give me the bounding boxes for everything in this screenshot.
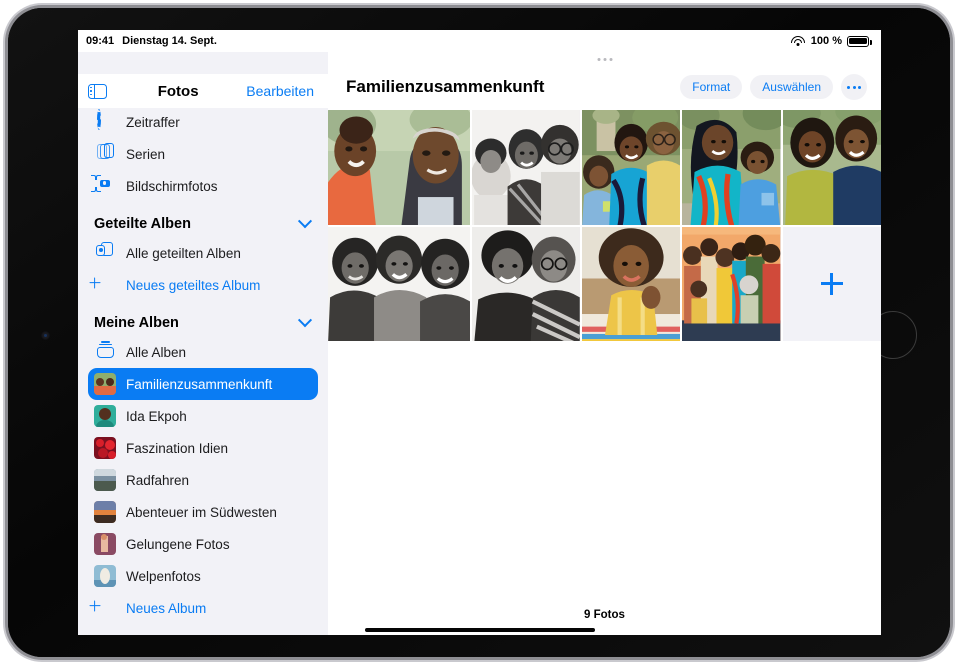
sidebar-item-label: Ida Ekpoh	[126, 408, 187, 424]
home-indicator	[364, 628, 595, 632]
page-title: Familienzusammenkunft	[346, 77, 545, 96]
sidebar-item-neues-album[interactable]: Neues Album	[88, 592, 318, 624]
wifi-icon	[791, 36, 806, 47]
photo-cell-woman-with-toddler[interactable]	[682, 110, 781, 225]
photo-count-label: 9 Fotos	[584, 609, 625, 621]
plus-icon	[820, 272, 843, 295]
sidebar-item-neues-geteiltes-album[interactable]: Neues geteiltes Album	[88, 269, 318, 301]
device-frame: 09:41 Dienstag 14. Sept. 100 % Panoramen…	[8, 8, 950, 657]
album-thumbnail	[94, 373, 116, 395]
shared-albums-icon	[94, 242, 116, 264]
add-photo-cell[interactable]	[782, 226, 881, 341]
photo-cell-black-white-mother-two-children[interactable]	[472, 110, 580, 225]
status-bar: 09:41 Dienstag 14. Sept. 100 %	[78, 30, 881, 52]
sidebar-item-label: Radfahren	[126, 472, 190, 488]
status-time: 09:41	[86, 35, 115, 47]
status-date: Dienstag 14. Sept.	[122, 35, 217, 47]
section-header-my-albums: Meine Alben	[88, 301, 318, 336]
sidebar-item-label: Serien	[126, 146, 166, 162]
sidebar-header: Fotos Bearbeiten	[78, 74, 328, 108]
sidebar-item-alle-geteilten-alben[interactable]: Alle geteilten Alben	[88, 237, 318, 269]
sidebar-scroll-area[interactable]: Panoramen Zeitraffer Serien Bildschirmfo…	[78, 52, 328, 635]
sidebar-item-ida-ekpoh[interactable]: Ida Ekpoh	[88, 400, 318, 432]
album-thumbnail	[94, 533, 116, 555]
sidebar-item-label: Gelungene Fotos	[126, 536, 230, 552]
burst-icon	[94, 143, 116, 165]
battery-full-icon	[847, 35, 872, 47]
sidebar-item-label: Zeitraffer	[126, 114, 180, 130]
sidebar-item-label: Abenteuer im Südwesten	[126, 504, 277, 520]
sidebar: Panoramen Zeitraffer Serien Bildschirmfo…	[78, 52, 328, 635]
photo-cell-couple-smiling-green-sweater[interactable]	[782, 110, 881, 225]
chevron-down-icon[interactable]	[297, 214, 313, 229]
timelapse-icon	[94, 109, 116, 133]
photo-cell-mother-with-two-children-outdoors[interactable]	[582, 110, 681, 225]
chevron-down-icon[interactable]	[297, 313, 313, 328]
sidebar-item-serien[interactable]: Serien	[88, 138, 318, 170]
section-header-shared-albums: Geteilte Alben	[88, 202, 318, 237]
content-area: Familienzusammenkunft Format Auswählen 9…	[328, 52, 881, 635]
tablet-screen: 09:41 Dienstag 14. Sept. 100 % Panoramen…	[78, 30, 881, 635]
sidebar-item-familienzusammenkunft[interactable]: Familienzusammenkunft	[88, 368, 318, 400]
sidebar-item-abenteuer-im-suedwesten[interactable]: Abenteuer im Südwesten	[88, 496, 318, 528]
all-albums-icon	[94, 341, 116, 363]
section-title: Meine Alben	[94, 315, 179, 331]
sidebar-item-alle-alben[interactable]: Alle Alben	[88, 336, 318, 368]
album-thumbnail	[94, 437, 116, 459]
screenshot-icon	[91, 175, 116, 197]
status-bar-right: 100 %	[791, 35, 872, 47]
sidebar-item-radfahren[interactable]: Radfahren	[88, 464, 318, 496]
drag-handle-icon[interactable]	[597, 58, 612, 61]
battery-percent-label: 100 %	[810, 35, 842, 47]
sidebar-item-faszination-idien[interactable]: Faszination Idien	[88, 432, 318, 464]
select-button[interactable]: Auswählen	[750, 75, 833, 99]
sidebar-title: Fotos	[157, 82, 199, 100]
photo-cell-large-family-group-portrait[interactable]	[682, 226, 781, 341]
front-camera-icon	[41, 331, 50, 340]
sidebar-item-label: Faszination Idien	[126, 440, 229, 456]
more-options-icon[interactable]	[841, 74, 867, 100]
album-thumbnail	[94, 565, 116, 587]
photo-cell-woman-and-elder-man-selfie[interactable]	[328, 110, 471, 225]
sidebar-item-welpenfotos[interactable]: Welpenfotos	[88, 560, 318, 592]
sidebar-toggle-icon	[87, 83, 107, 99]
edit-button[interactable]: Bearbeiten	[246, 83, 328, 99]
sidebar-item-label: Neues Album	[126, 600, 207, 616]
sidebar-item-label: Bildschirmfotos	[126, 178, 218, 194]
plus-icon	[94, 597, 116, 619]
photo-cell-black-white-man-kissed-by-elder[interactable]	[472, 226, 580, 341]
sidebar-item-gelungene-fotos[interactable]: Gelungene Fotos	[88, 528, 318, 560]
photo-grid	[328, 110, 881, 341]
section-title: Geteilte Alben	[94, 216, 191, 232]
sidebar-item-label: Neues geteiltes Album	[126, 277, 261, 293]
content-header: Familienzusammenkunft Format Auswählen	[328, 66, 881, 108]
format-button[interactable]: Format	[680, 75, 743, 99]
sidebar-item-label: Alle geteilten Alben	[126, 245, 241, 261]
photo-cell-black-white-three-friends[interactable]	[328, 226, 471, 341]
sidebar-item-zeitraffer[interactable]: Zeitraffer	[88, 106, 318, 138]
status-bar-left: 09:41 Dienstag 14. Sept.	[86, 35, 217, 47]
photo-cell-young-girl-yellow-shirt[interactable]	[582, 226, 681, 341]
sidebar-item-label: Alle Alben	[126, 344, 187, 360]
plus-icon	[94, 274, 116, 296]
album-thumbnail	[94, 501, 116, 523]
sidebar-item-bildschirmfotos[interactable]: Bildschirmfotos	[88, 170, 318, 202]
album-thumbnail	[94, 469, 116, 491]
sidebar-item-label: Welpenfotos	[126, 568, 201, 584]
sidebar-item-label: Familienzusammenkunft	[126, 376, 273, 392]
album-thumbnail	[94, 405, 116, 427]
